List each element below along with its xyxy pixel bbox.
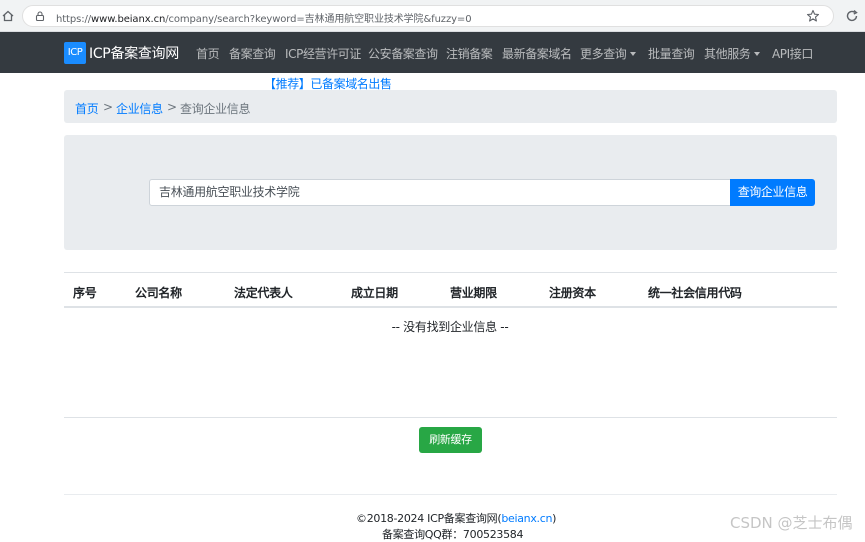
table-bottom-border bbox=[64, 417, 837, 418]
caret-down-icon bbox=[630, 51, 637, 56]
column-header-registered-capital: 注册资本 bbox=[549, 286, 596, 300]
address-bar[interactable]: https://www.beianx.cn/company/search?key… bbox=[22, 5, 834, 27]
breadcrumb: 首页 > 企业信息 > 查询企业信息 bbox=[64, 90, 837, 123]
nav-link-record-search[interactable]: 备案查询 bbox=[229, 45, 276, 62]
column-header-business-term: 营业期限 bbox=[450, 286, 497, 300]
nav-link-batch-query[interactable]: 批量查询 bbox=[648, 45, 695, 62]
column-header-index: 序号 bbox=[73, 286, 97, 300]
table-header-divider bbox=[64, 306, 837, 308]
column-header-founding-date: 成立日期 bbox=[351, 286, 398, 300]
breadcrumb-separator: > bbox=[103, 100, 113, 114]
footer-site-link[interactable]: beianx.cn bbox=[501, 512, 552, 525]
site-info-icon[interactable] bbox=[34, 10, 46, 22]
caret-down-icon bbox=[754, 51, 761, 56]
nav-link-latest-domains[interactable]: 最新备案域名 bbox=[502, 45, 572, 62]
nav-dropdown-other-services[interactable]: 其他服务 bbox=[704, 45, 761, 62]
footer-paren-close: ) bbox=[552, 512, 557, 525]
url-domain: www.beianx.cn bbox=[91, 14, 166, 25]
column-header-company-name: 公司名称 bbox=[135, 286, 182, 300]
search-panel: 吉林通用航空职业技术学院 查询企业信息 bbox=[64, 135, 837, 250]
home-icon[interactable] bbox=[2, 10, 14, 22]
reload-icon[interactable] bbox=[845, 9, 859, 23]
url-text[interactable]: https://www.beianx.cn/company/search?key… bbox=[56, 10, 472, 25]
breadcrumb-separator: > bbox=[167, 100, 177, 114]
empty-results-message: -- 没有找到企业信息 -- bbox=[391, 320, 509, 334]
company-search-input[interactable]: 吉林通用航空职业技术学院 bbox=[149, 179, 731, 206]
footer-qq-group: 备案查询QQ群：700523584 bbox=[382, 528, 524, 541]
nav-link-icp-license[interactable]: ICP经营许可证 bbox=[285, 45, 361, 62]
nav-link-cancelled-records[interactable]: 注销备案 bbox=[446, 45, 493, 62]
nav-menu: 首页 备案查询 ICP经营许可证 公安备案查询 注销备案 最新备案域名 更多查询… bbox=[0, 45, 865, 61]
url-scheme: https:// bbox=[56, 14, 92, 25]
footer-divider bbox=[64, 494, 837, 495]
table-top-border bbox=[64, 272, 837, 273]
column-header-legal-representative: 法定代表人 bbox=[234, 286, 293, 300]
nav-link-home[interactable]: 首页 bbox=[196, 45, 220, 62]
nav-link-police-record[interactable]: 公安备案查询 bbox=[368, 45, 438, 62]
nav-dropdown-more-queries-label: 更多查询 bbox=[580, 47, 627, 61]
footer-copyright: ©2018-2024 ICP备案查询网(beianx.cn) bbox=[356, 510, 556, 526]
nav-dropdown-other-services-label: 其他服务 bbox=[704, 47, 751, 61]
nav-dropdown-more-queries[interactable]: 更多查询 bbox=[580, 45, 637, 62]
breadcrumb-home[interactable]: 首页 bbox=[75, 100, 99, 117]
breadcrumb-current: 查询企业信息 bbox=[180, 102, 251, 116]
browser-toolbar: https://www.beianx.cn/company/search?key… bbox=[0, 0, 865, 32]
column-header-credit-code: 统一社会信用代码 bbox=[648, 286, 742, 300]
refresh-cache-button[interactable]: 刷新缓存 bbox=[419, 427, 482, 453]
url-path: /company/search?keyword=吉林通用航空职业技术学院&fuz… bbox=[165, 14, 472, 25]
csdn-watermark: CSDN @芝士布偶 bbox=[730, 514, 853, 532]
nav-link-api[interactable]: API接口 bbox=[772, 45, 813, 62]
search-company-button[interactable]: 查询企业信息 bbox=[730, 179, 815, 206]
bookmark-star-icon[interactable] bbox=[806, 9, 820, 23]
footer-copyright-text: ©2018-2024 ICP备案查询网 bbox=[356, 512, 498, 525]
site-navbar: ICP ICP备案查询网 首页 备案查询 ICP经营许可证 公安备案查询 注销备… bbox=[0, 32, 865, 73]
breadcrumb-company-info[interactable]: 企业信息 bbox=[116, 100, 163, 117]
